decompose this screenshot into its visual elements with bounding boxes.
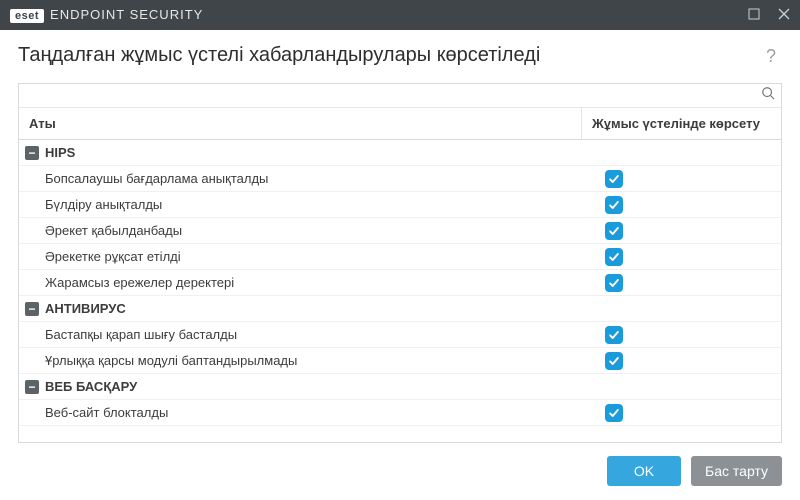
item-show-cell <box>581 196 781 214</box>
table-row[interactable]: Бастапқы қарап шығу басталды <box>19 322 781 348</box>
show-checkbox[interactable] <box>605 248 623 266</box>
show-checkbox[interactable] <box>605 352 623 370</box>
item-name-cell: Ұрлыққа қарсы модулі баптандырылмады <box>19 353 581 368</box>
ok-button[interactable]: OK <box>607 456 681 486</box>
table-row[interactable]: Ұрлыққа қарсы модулі баптандырылмады <box>19 348 781 374</box>
item-label: Әрекетке рұқсат етілді <box>45 249 181 264</box>
item-show-cell <box>581 222 781 240</box>
brand-badge: eset <box>10 9 44 23</box>
item-name-cell: Бопсалаушы бағдарлама анықталды <box>19 171 581 186</box>
table-row[interactable]: Веб-сайт блокталды <box>19 400 781 426</box>
group-name-cell: −ВЕБ БАСҚАРУ <box>19 379 581 394</box>
item-label: Веб-сайт блокталды <box>45 405 168 420</box>
table-row[interactable]: Әрекет қабылданбады <box>19 218 781 244</box>
table-body[interactable]: −HIPSБопсалаушы бағдарлама анықталдыБүлд… <box>19 140 781 442</box>
group-row[interactable]: −ВЕБ БАСҚАРУ <box>19 374 781 400</box>
table-header: Аты Жұмыс үстелінде көрсету <box>19 108 781 140</box>
group-label: АНТИВИРУС <box>45 301 126 316</box>
show-checkbox[interactable] <box>605 196 623 214</box>
item-show-cell <box>581 404 781 422</box>
item-label: Бастапқы қарап шығу басталды <box>45 327 237 342</box>
notifications-panel: Аты Жұмыс үстелінде көрсету −HIPSБопсала… <box>18 83 782 443</box>
show-checkbox[interactable] <box>605 274 623 292</box>
group-row[interactable]: −HIPS <box>19 140 781 166</box>
group-name-cell: −АНТИВИРУС <box>19 301 581 316</box>
item-name-cell: Бастапқы қарап шығу басталды <box>19 327 581 342</box>
item-show-cell <box>581 326 781 344</box>
table-row[interactable]: Бүлдіру анықталды <box>19 192 781 218</box>
item-name-cell: Әрекет қабылданбады <box>19 223 581 238</box>
item-show-cell <box>581 274 781 292</box>
search-row <box>19 84 781 108</box>
show-checkbox[interactable] <box>605 170 623 188</box>
show-checkbox[interactable] <box>605 404 623 422</box>
dialog-footer: OK Бас тарту <box>589 444 800 500</box>
search-icon[interactable] <box>761 86 775 105</box>
item-label: Жарамсыз ережелер деректері <box>45 275 234 290</box>
collapse-icon[interactable]: − <box>25 302 39 316</box>
item-label: Бүлдіру анықталды <box>45 197 162 212</box>
collapse-icon[interactable]: − <box>25 380 39 394</box>
col-show-header[interactable]: Жұмыс үстелінде көрсету <box>581 108 781 139</box>
window-close-icon[interactable] <box>778 8 790 22</box>
window-controls <box>748 8 790 22</box>
item-name-cell: Бүлдіру анықталды <box>19 197 581 212</box>
item-show-cell <box>581 248 781 266</box>
group-label: HIPS <box>45 145 75 160</box>
group-name-cell: −HIPS <box>19 145 581 160</box>
item-label: Бопсалаушы бағдарлама анықталды <box>45 171 268 186</box>
brand: eset ENDPOINT SECURITY <box>10 7 203 23</box>
window-maximize-icon[interactable] <box>748 8 760 22</box>
item-show-cell <box>581 170 781 188</box>
item-label: Әрекет қабылданбады <box>45 223 182 238</box>
group-row[interactable]: −АНТИВИРУС <box>19 296 781 322</box>
item-label: Ұрлыққа қарсы модулі баптандырылмады <box>45 353 297 368</box>
group-label: ВЕБ БАСҚАРУ <box>45 379 137 394</box>
table-row[interactable]: Әрекетке рұқсат етілді <box>19 244 781 270</box>
item-name-cell: Әрекетке рұқсат етілді <box>19 249 581 264</box>
item-show-cell <box>581 352 781 370</box>
help-icon[interactable]: ? <box>760 44 782 69</box>
collapse-icon[interactable]: − <box>25 146 39 160</box>
show-checkbox[interactable] <box>605 326 623 344</box>
item-name-cell: Жарамсыз ережелер деректері <box>19 275 581 290</box>
titlebar: eset ENDPOINT SECURITY <box>0 0 800 30</box>
page-title: Таңдалған жұмыс үстелі хабарландырулары … <box>18 44 540 67</box>
table-row[interactable]: Бопсалаушы бағдарлама анықталды <box>19 166 781 192</box>
brand-product: ENDPOINT SECURITY <box>50 7 203 22</box>
col-name-header[interactable]: Аты <box>19 108 581 139</box>
cancel-button[interactable]: Бас тарту <box>691 456 782 486</box>
table-row[interactable]: Жарамсыз ережелер деректері <box>19 270 781 296</box>
show-checkbox[interactable] <box>605 222 623 240</box>
page-header: Таңдалған жұмыс үстелі хабарландырулары … <box>0 30 800 77</box>
item-name-cell: Веб-сайт блокталды <box>19 405 581 420</box>
